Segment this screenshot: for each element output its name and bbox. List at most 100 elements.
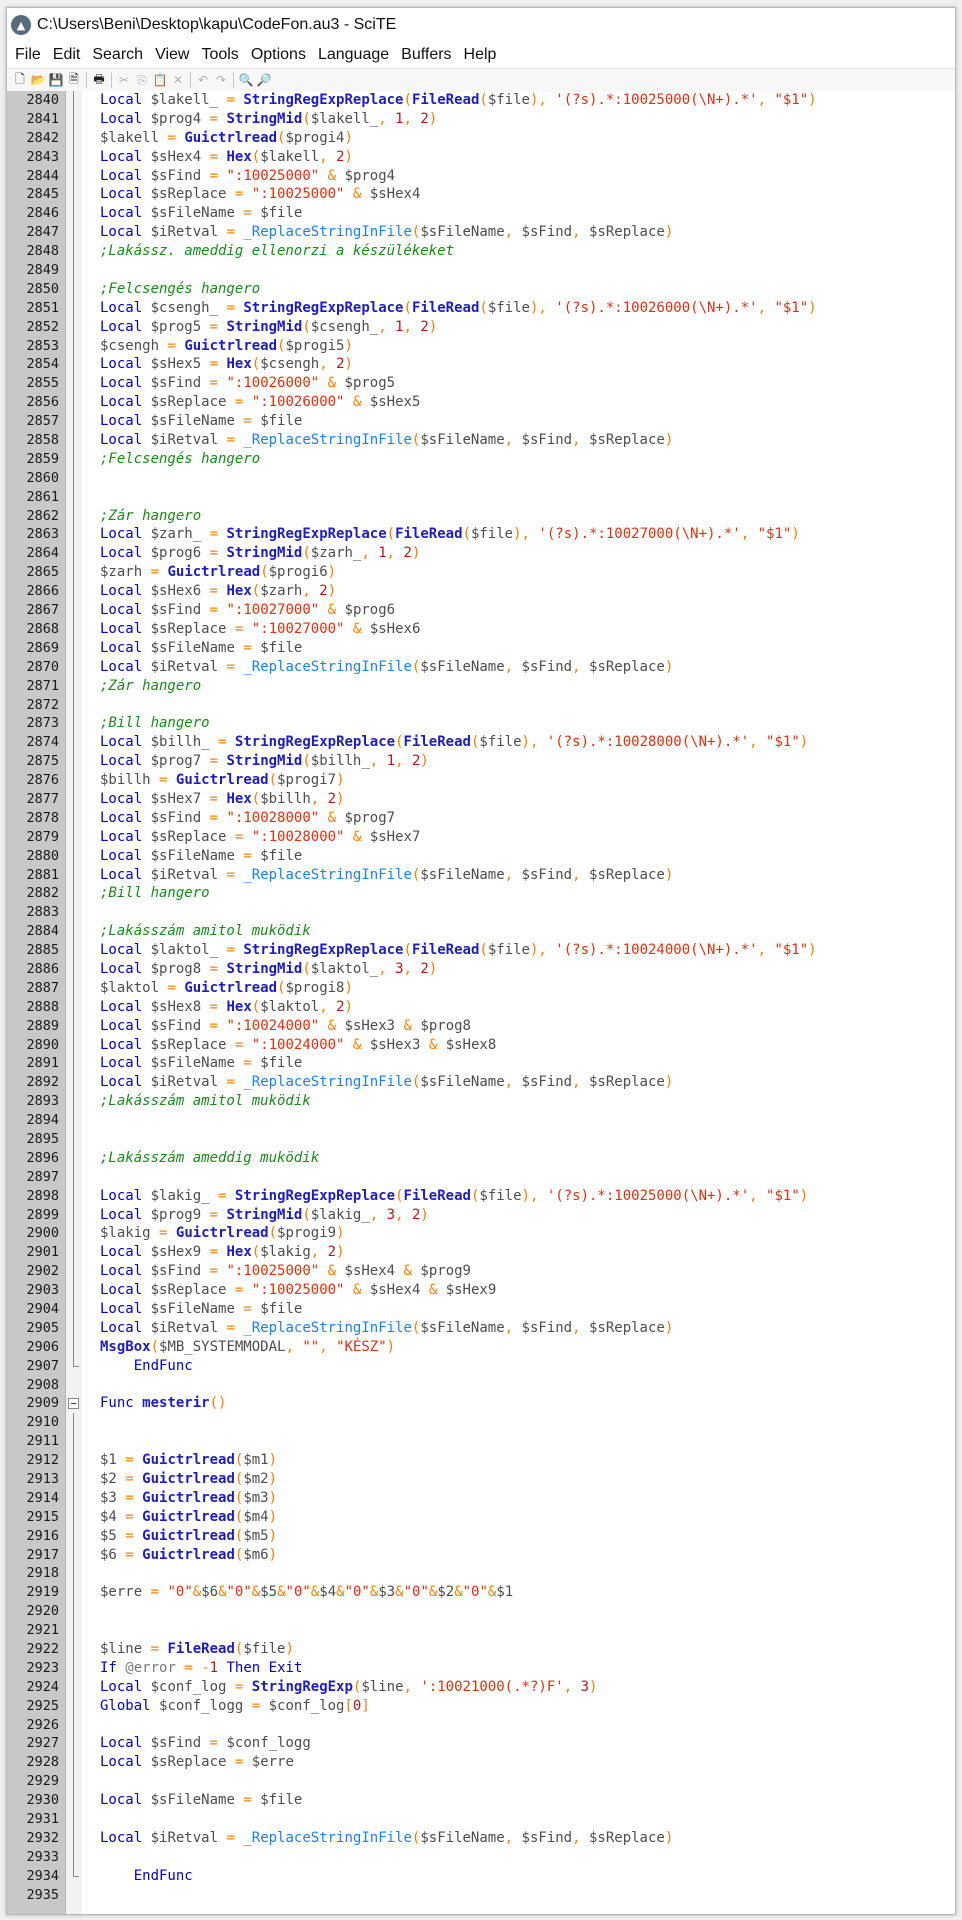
- code-line[interactable]: 2932 Local $iRetval = _ReplaceStringInFil…: [7, 1828, 955, 1848]
- code-line[interactable]: 2853 $csengh = Guictrlread($progi5): [7, 336, 955, 356]
- menu-buffers[interactable]: Buffers: [395, 42, 457, 68]
- code-line[interactable]: 2920: [7, 1602, 955, 1622]
- code-line[interactable]: 2863 Local $zarh_ = StringRegExpReplace(F…: [7, 525, 955, 545]
- code-line[interactable]: 2929: [7, 1772, 955, 1792]
- redo-icon[interactable]: ↷: [212, 71, 230, 89]
- code-line[interactable]: 2924 Local $conf_log = StringRegExp($line…: [7, 1677, 955, 1697]
- code-line[interactable]: 2894: [7, 1111, 955, 1130]
- code-line[interactable]: 2921: [7, 1621, 955, 1641]
- code-area[interactable]: 2840 Local $lakell_ = StringRegExpReplace…: [7, 91, 955, 1905]
- code-line[interactable]: 2858 Local $iRetval = _ReplaceStringInFil…: [7, 431, 955, 450]
- code-line[interactable]: 2878 Local $sFind = ":10028000" & $prog7: [7, 808, 955, 828]
- code-line[interactable]: 2903 Local $sReplace = ":10025000" & $sHe…: [7, 1281, 955, 1300]
- code-line[interactable]: 2875 Local $prog7 = StringMid($billh_, 1,…: [7, 752, 955, 772]
- close-file-icon[interactable]: 🗎: [65, 71, 83, 89]
- code-line[interactable]: 2907 EndFunc: [7, 1356, 955, 1376]
- code-line[interactable]: 2888 Local $sHex8 = Hex($laktol, 2): [7, 997, 955, 1017]
- paste-icon[interactable]: 📋: [151, 71, 169, 89]
- code-line[interactable]: 2864 Local $prog6 = StringMid($zarh_, 1, …: [7, 544, 955, 564]
- code-line[interactable]: 2870 Local $iRetval = _ReplaceStringInFil…: [7, 657, 955, 677]
- code-line[interactable]: 2845 Local $sReplace = ":10025000" & $sHe…: [7, 185, 955, 205]
- code-line[interactable]: 2923 If @error = -1 Then Exit: [7, 1658, 955, 1678]
- code-line[interactable]: 2879 Local $sReplace = ":10028000" & $sHe…: [7, 827, 955, 847]
- code-line[interactable]: 2915 $4 = Guictrlread($m4): [7, 1507, 955, 1527]
- code-line[interactable]: 2886 Local $prog8 = StringMid($laktol_, 3…: [7, 959, 955, 979]
- code-line[interactable]: 2919 $erre = "0"&$6&"0"&$5&"0"&$4&"0"&$3&…: [7, 1583, 955, 1603]
- code-line[interactable]: 2908: [7, 1376, 955, 1395]
- code-line[interactable]: 2874 Local $billh_ = StringRegExpReplace(…: [7, 733, 955, 753]
- code-line[interactable]: 2860: [7, 468, 955, 488]
- code-line[interactable]: 2933: [7, 1847, 955, 1867]
- undo-icon[interactable]: ↶: [194, 71, 212, 89]
- code-line[interactable]: 2857 Local $sFileName = $file: [7, 412, 955, 432]
- code-line[interactable]: 2876 $billh = Guictrlread($progi7): [7, 771, 955, 790]
- code-line[interactable]: 2935: [7, 1886, 955, 1905]
- code-line[interactable]: 2861: [7, 487, 955, 507]
- menu-options[interactable]: Options: [245, 42, 312, 68]
- code-line[interactable]: 2867 Local $sFind = ":10027000" & $prog6: [7, 601, 955, 620]
- code-line[interactable]: 2852 Local $prog5 = StringMid($csengh_, 1…: [7, 317, 955, 337]
- code-line[interactable]: 2922 $line = FileRead($file): [7, 1640, 955, 1659]
- code-line[interactable]: 2881 Local $iRetval = _ReplaceStringInFil…: [7, 865, 955, 885]
- code-line[interactable]: 2916 $5 = Guictrlread($m5): [7, 1526, 955, 1546]
- code-line[interactable]: 2890 Local $sReplace = ":10024000" & $sHe…: [7, 1035, 955, 1055]
- code-line[interactable]: 2865 $zarh = Guictrlread($progi6): [7, 563, 955, 583]
- replace-icon[interactable]: 🔎: [255, 71, 273, 89]
- code-line[interactable]: 2900 $lakig = Guictrlread($progi9): [7, 1224, 955, 1244]
- code-line[interactable]: 2884 ;Lakásszám amitol muködik: [7, 922, 955, 942]
- code-line[interactable]: 2891 Local $sFileName = $file: [7, 1054, 955, 1074]
- code-line[interactable]: 2896 ;Lakásszám ameddig muködik: [7, 1148, 955, 1168]
- code-line[interactable]: 2868 Local $sReplace = ":10027000" & $sHe…: [7, 619, 955, 639]
- menu-language[interactable]: Language: [312, 42, 395, 68]
- menu-search[interactable]: Search: [86, 42, 149, 68]
- code-line[interactable]: 2883: [7, 903, 955, 923]
- code-line[interactable]: 2906 MsgBox($MB_SYSTEMMODAL, "", "KÉSZ"): [7, 1337, 955, 1357]
- code-line[interactable]: 2897: [7, 1167, 955, 1187]
- code-line[interactable]: 2925 Global $conf_logg = $conf_log[0]: [7, 1696, 955, 1716]
- code-line[interactable]: 2889 Local $sFind = ":10024000" & $sHex3 …: [7, 1016, 955, 1036]
- cut-icon[interactable]: ✂: [115, 71, 133, 89]
- code-line[interactable]: 2882 ;Bill hangero: [7, 884, 955, 904]
- code-line[interactable]: 2866 Local $sHex6 = Hex($zarh, 2): [7, 582, 955, 602]
- code-line[interactable]: 2902 Local $sFind = ":10025000" & $sHex4 …: [7, 1262, 955, 1282]
- open-folder-icon[interactable]: 📂: [29, 71, 47, 89]
- code-line[interactable]: 2850 ;Felcsengés hangero: [7, 279, 955, 299]
- code-line[interactable]: 2914 $3 = Guictrlread($m3): [7, 1488, 955, 1508]
- code-line[interactable]: 2871 ;Zár hangero: [7, 676, 955, 696]
- code-line[interactable]: 2847 Local $iRetval = _ReplaceStringInFil…: [7, 223, 955, 243]
- code-line[interactable]: 2873 ;Bill hangero: [7, 714, 955, 734]
- menu-file[interactable]: File: [9, 42, 47, 68]
- code-line[interactable]: 2892 Local $iRetval = _ReplaceStringInFil…: [7, 1073, 955, 1093]
- delete-icon[interactable]: ✕: [169, 71, 187, 89]
- scite-app-icon[interactable]: ▲: [11, 15, 31, 35]
- copy-icon[interactable]: ⎘: [133, 71, 151, 89]
- code-line[interactable]: 2901 Local $sHex9 = Hex($lakig, 2): [7, 1243, 955, 1263]
- new-file-icon[interactable]: 🗋: [11, 71, 29, 89]
- code-line[interactable]: 2856 Local $sReplace = ":10026000" & $sHe…: [7, 393, 955, 413]
- menu-tools[interactable]: Tools: [195, 42, 244, 68]
- code-line[interactable]: 2931: [7, 1810, 955, 1829]
- code-line[interactable]: 2911: [7, 1432, 955, 1452]
- code-line[interactable]: 2930 Local $sFileName = $file: [7, 1791, 955, 1811]
- code-line[interactable]: 2913 $2 = Guictrlread($m2): [7, 1470, 955, 1489]
- code-line[interactable]: 2927 Local $sFind = $conf_logg: [7, 1734, 955, 1754]
- code-line[interactable]: 2898 Local $lakig_ = StringRegExpReplace(…: [7, 1186, 955, 1206]
- code-line[interactable]: 2851 Local $csengh_ = StringRegExpReplace…: [7, 298, 955, 318]
- code-line[interactable]: 2855 Local $sFind = ":10026000" & $prog5: [7, 374, 955, 394]
- code-line[interactable]: 2926: [7, 1715, 955, 1735]
- code-line[interactable]: 2917 $6 = Guictrlread($m6): [7, 1545, 955, 1565]
- code-line[interactable]: 2910: [7, 1413, 955, 1433]
- code-line[interactable]: 2893 ;Lakásszám amitol muködik: [7, 1092, 955, 1112]
- code-line[interactable]: 2846 Local $sFileName = $file: [7, 204, 955, 224]
- menu-edit[interactable]: Edit: [47, 42, 87, 68]
- code-line[interactable]: 2841 Local $prog4 = StringMid($lakell_, 1…: [7, 109, 955, 129]
- print-icon[interactable]: 🖶: [90, 71, 108, 89]
- menu-view[interactable]: View: [149, 42, 195, 68]
- code-line[interactable]: 2899 Local $prog9 = StringMid($lakig_, 3,…: [7, 1205, 955, 1225]
- find-icon[interactable]: 🔍: [237, 71, 255, 89]
- code-line[interactable]: 2859 ;Felcsengés hangero: [7, 449, 955, 469]
- code-line[interactable]: 2918: [7, 1564, 955, 1584]
- code-line[interactable]: 2872: [7, 695, 955, 715]
- code-line[interactable]: 2849: [7, 261, 955, 280]
- code-line[interactable]: 2840 Local $lakell_ = StringRegExpReplace…: [7, 91, 955, 110]
